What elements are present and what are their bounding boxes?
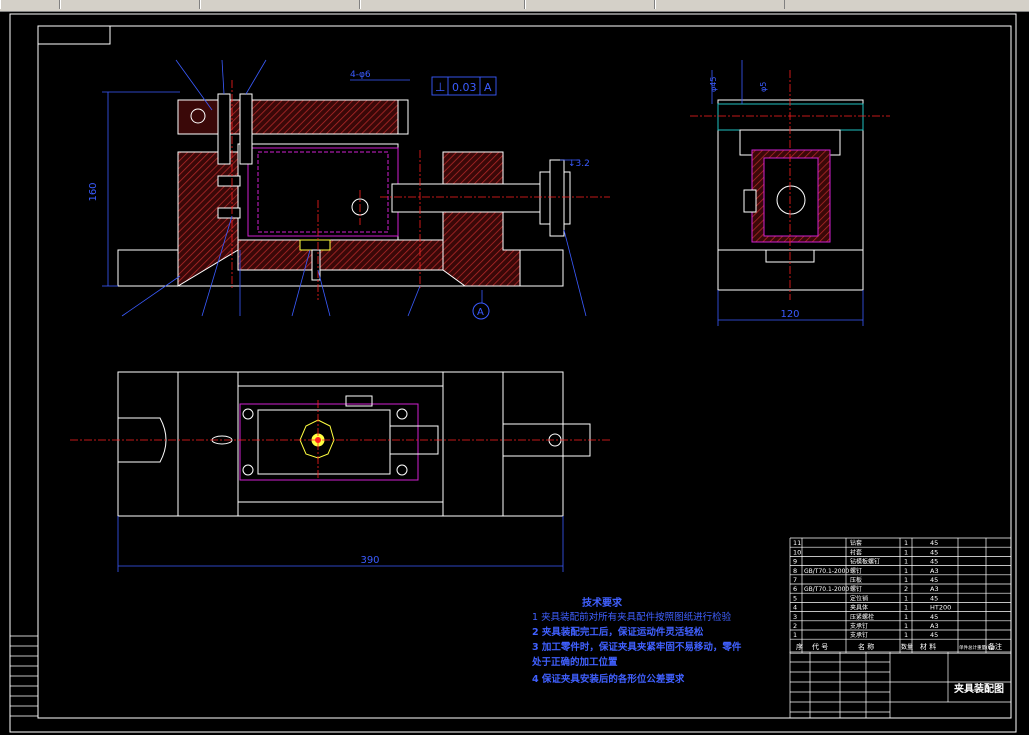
left-margin-table	[9, 635, 39, 717]
tech-req-item-1: 1 夹具装配前对所有夹具配件按照图纸进行检验	[532, 611, 732, 623]
bom-row-material: 45	[930, 548, 938, 556]
bom-row-qty: 1	[904, 576, 908, 584]
bom-table: 11 钻套 1 4510 衬套 1 459 钻模板螺钉 1 458 GB/T70.1-2000 螺钉 1…	[789, 537, 1012, 654]
bom-row-no: 5	[793, 594, 797, 602]
bom-row-qty: 1	[904, 594, 908, 602]
toolbar-cell-2[interactable]	[60, 0, 200, 9]
bom-row-no: 11	[793, 539, 801, 547]
datum-ref: A	[484, 81, 492, 94]
dim-height: 160	[88, 182, 99, 201]
bom-row-qty: 1	[904, 567, 908, 575]
side-view: 120 φ45 φ5	[690, 60, 890, 326]
bom-row-code: GB/T70.1-2000	[804, 586, 849, 593]
tech-requirements: 技术要求 1 夹具装配前对所有夹具配件按照图纸进行检验 2 夹具装配完工后，保证…	[531, 596, 742, 685]
bom-row-material: 45	[930, 594, 938, 602]
bom-row-material: HT200	[930, 604, 951, 612]
bom-row-name: 压板	[850, 576, 862, 584]
bom-header-material: 材 料	[920, 642, 936, 651]
bom-row-no: 2	[793, 622, 797, 630]
tolerance-value: 0.03	[452, 81, 477, 94]
bom-header-qty: 数量	[901, 643, 913, 651]
bom-row-name: 支承钉	[850, 631, 868, 639]
side-dim-2: φ5	[759, 82, 768, 92]
bom-row-qty: 1	[904, 548, 908, 556]
tech-req-item-2: 2 夹具装配完工后，保证运动件灵活轻松	[532, 626, 704, 638]
bom-row-no: 7	[793, 576, 797, 584]
bom-header-no: 序	[796, 642, 803, 651]
bom-row-qty: 1	[904, 558, 908, 566]
bom-row-name: 定位销	[850, 594, 868, 602]
bom-header-remark: 备注	[988, 642, 1002, 651]
bom-row-no: 4	[793, 604, 797, 612]
drawing-name: 夹具装配图	[954, 682, 1004, 695]
bom-row-no: 10	[793, 548, 801, 556]
toolbar-cell-5[interactable]	[525, 0, 655, 9]
bom-row-name: 钻模板螺钉	[850, 558, 880, 566]
plan-view: 390	[70, 371, 610, 572]
bom-row-material: 45	[930, 631, 938, 639]
bom-row-qty: 1	[904, 539, 908, 547]
toolbar-cell-4[interactable]	[360, 0, 525, 9]
bom-row-name: 夹具体	[850, 604, 868, 612]
bom-row-no: 6	[793, 585, 797, 593]
dim-width-plan: 390	[360, 555, 379, 566]
front-view: 160 4-φ6 ⊥ 0.03 A A ↓3.2	[88, 59, 610, 320]
bom-header-name: 名 称	[858, 642, 874, 651]
bom-row-name: 螺钉	[850, 585, 862, 593]
bom-row-name: 衬套	[850, 548, 862, 556]
bom-row-qty: 1	[904, 613, 908, 621]
front-pin	[391, 183, 543, 213]
front-body-right	[442, 151, 521, 287]
tolerance-symbol: ⊥	[435, 80, 445, 94]
bom-row-qty: 1	[904, 604, 908, 612]
bom-row-material: 45	[930, 613, 938, 621]
bom-row-qty: 1	[904, 622, 908, 630]
front-body-left	[177, 151, 239, 287]
bom-row-material: A3	[930, 585, 939, 593]
tech-req-title: 技术要求	[582, 596, 623, 609]
bom-row-name: 压紧螺栓	[850, 613, 874, 621]
bom-row-material: 45	[930, 539, 938, 547]
dim-hole: 4-φ6	[350, 70, 371, 80]
bom-row-no: 9	[793, 558, 797, 566]
toolbar-cell-1[interactable]	[0, 0, 60, 9]
datum-marker: A	[477, 307, 484, 318]
bom-row-material: A3	[930, 622, 939, 630]
toolbar-cell-6[interactable]	[655, 0, 785, 9]
bom-row-code: GB/T70.1-2000	[804, 568, 849, 575]
side-dim-1: φ45	[709, 77, 718, 92]
bom-row-name: 支承钉	[850, 622, 868, 630]
bom-row-name: 螺钉	[850, 567, 862, 575]
bom-row-name: 钻套	[850, 539, 862, 547]
bom-row-material: A3	[930, 567, 939, 575]
bom-row-no: 8	[793, 567, 797, 575]
bom-row-qty: 2	[904, 585, 908, 593]
bom-row-no: 1	[793, 631, 797, 639]
tech-req-item-4: 处于正确的加工位置	[531, 656, 618, 668]
bom-header-code: 代 号	[812, 642, 828, 651]
bom-row-material: 45	[930, 558, 938, 566]
bom-row-qty: 1	[904, 631, 908, 639]
dim-width-side: 120	[780, 309, 799, 320]
tech-req-item-5: 4 保证夹具安装后的各形位公差要求	[532, 673, 685, 685]
cad-drawing-canvas[interactable]: 160 4-φ6 ⊥ 0.03 A A ↓3.2 120 φ45 φ5 390 …	[0, 11, 1029, 735]
bom-row-material: 45	[930, 576, 938, 584]
tech-req-item-3: 3 加工零件时，保证夹具夹紧牢固不易移动，零件	[532, 641, 742, 653]
toolbar-cell-3[interactable]	[200, 0, 360, 9]
bom-row-no: 3	[793, 613, 797, 621]
callout-roughness: ↓3.2	[568, 159, 590, 169]
